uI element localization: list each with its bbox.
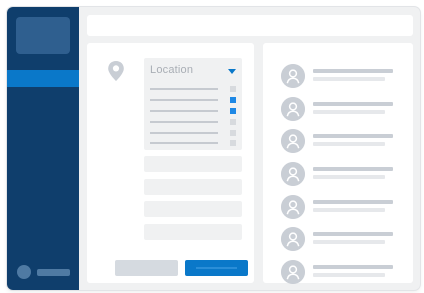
top-bar xyxy=(87,15,413,36)
option-checkbox[interactable] xyxy=(230,97,236,103)
form-field-3[interactable] xyxy=(144,201,242,217)
dropdown-option[interactable] xyxy=(150,140,236,146)
submit-label-placeholder xyxy=(196,267,237,269)
person-icon xyxy=(281,162,305,186)
dropdown-option[interactable] xyxy=(150,86,236,92)
option-label-placeholder xyxy=(150,132,218,134)
dropdown-option[interactable] xyxy=(150,108,236,114)
list-item[interactable] xyxy=(281,97,401,121)
option-label-placeholder xyxy=(150,142,218,144)
map-pin-icon xyxy=(108,61,124,81)
list-item[interactable] xyxy=(281,162,401,186)
list-item[interactable] xyxy=(281,64,401,88)
option-checkbox[interactable] xyxy=(230,130,236,136)
caret-down-icon[interactable] xyxy=(228,69,236,74)
person-icon xyxy=(281,129,305,153)
option-checkbox[interactable] xyxy=(230,140,236,146)
person-icon xyxy=(281,64,305,88)
sidebar-logo[interactable] xyxy=(16,17,70,54)
person-name-placeholder xyxy=(313,167,393,171)
option-checkbox[interactable] xyxy=(230,108,236,114)
user-avatar[interactable] xyxy=(17,265,31,279)
person-icon xyxy=(281,97,305,121)
sidebar xyxy=(7,7,79,290)
location-dropdown-label: Location xyxy=(150,64,194,76)
person-name-placeholder xyxy=(313,102,393,106)
person-name-placeholder xyxy=(313,200,393,204)
person-icon xyxy=(281,260,305,284)
option-label-placeholder xyxy=(150,99,218,101)
list-item[interactable] xyxy=(281,227,401,251)
person-name-placeholder xyxy=(313,134,393,138)
person-icon xyxy=(281,227,305,251)
person-name-placeholder xyxy=(313,69,393,73)
person-icon xyxy=(281,195,305,219)
option-label-placeholder xyxy=(150,121,218,123)
person-name-placeholder xyxy=(313,265,393,269)
list-item[interactable] xyxy=(281,195,401,219)
list-item[interactable] xyxy=(281,260,401,284)
list-item[interactable] xyxy=(281,129,401,153)
form-field-1[interactable] xyxy=(144,156,242,172)
dropdown-option[interactable] xyxy=(150,130,236,136)
person-detail-placeholder xyxy=(313,110,385,114)
sidebar-item-active[interactable] xyxy=(7,70,79,87)
user-name-placeholder xyxy=(37,269,70,276)
app-window: Location xyxy=(7,7,420,290)
people-list-panel xyxy=(263,43,413,284)
person-detail-placeholder xyxy=(313,142,385,146)
dropdown-option[interactable] xyxy=(150,97,236,103)
submit-button[interactable] xyxy=(185,260,248,276)
person-detail-placeholder xyxy=(313,208,385,212)
option-checkbox[interactable] xyxy=(230,86,236,92)
location-dropdown[interactable]: Location xyxy=(144,58,242,150)
cancel-button[interactable] xyxy=(115,260,178,276)
option-label-placeholder xyxy=(150,88,218,90)
location-form-panel: Location xyxy=(87,43,254,283)
form-field-4[interactable] xyxy=(144,224,242,240)
dropdown-option[interactable] xyxy=(150,119,236,125)
person-detail-placeholder xyxy=(313,77,385,81)
person-detail-placeholder xyxy=(313,175,385,179)
option-checkbox[interactable] xyxy=(230,119,236,125)
person-detail-placeholder xyxy=(313,240,385,244)
form-field-2[interactable] xyxy=(144,179,242,195)
option-label-placeholder xyxy=(150,110,218,112)
person-detail-placeholder xyxy=(313,273,385,277)
person-name-placeholder xyxy=(313,232,393,236)
